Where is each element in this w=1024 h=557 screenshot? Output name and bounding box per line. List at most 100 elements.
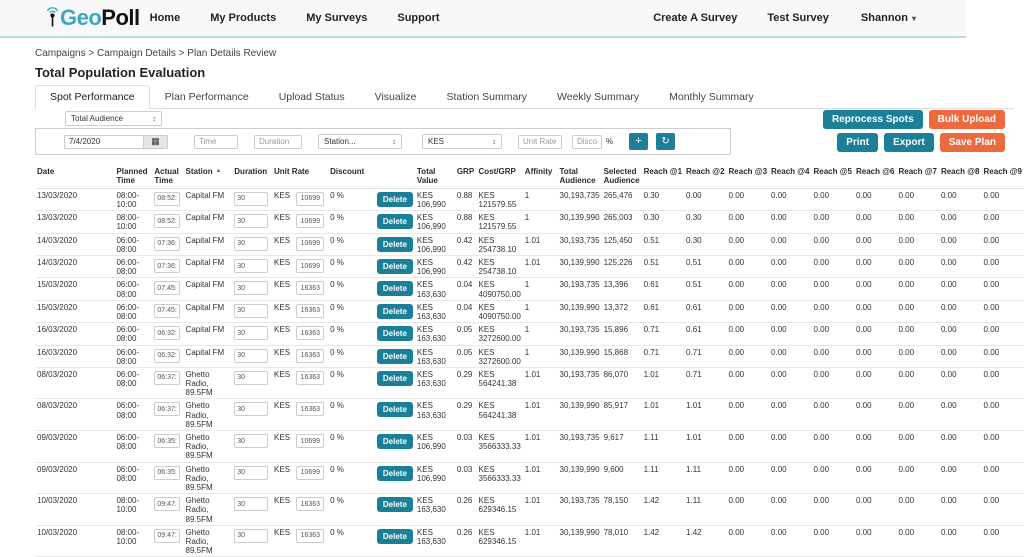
bulk-upload-button[interactable]: Bulk Upload (929, 110, 1005, 129)
duration-input[interactable] (234, 371, 268, 385)
unit-rate-input[interactable] (296, 192, 324, 206)
cell-unit-rate (294, 399, 328, 431)
actual-time-input[interactable] (154, 304, 180, 318)
cell-unit-rate (294, 300, 328, 322)
tab-monthly-summary[interactable]: Monthly Summary (654, 85, 769, 109)
actual-time-input[interactable] (154, 192, 180, 206)
audience-select[interactable]: Total Audience ↕ (65, 111, 162, 126)
duration-input[interactable] (234, 192, 268, 206)
user-menu[interactable]: Shannon ▾ (861, 12, 916, 24)
station-select[interactable]: Station... ↕ (318, 134, 402, 149)
actual-time-input[interactable] (154, 402, 180, 416)
unit-rate-input[interactable] (296, 402, 324, 416)
unit-rate-input[interactable] (296, 281, 324, 295)
print-button[interactable]: Print (837, 133, 878, 152)
calendar-button[interactable]: ▦ (144, 135, 168, 149)
unit-rate-input[interactable] (296, 529, 324, 543)
actual-time-input[interactable] (154, 237, 180, 251)
discount-filter-input[interactable] (572, 135, 602, 149)
cell-reach-9: 0.00 (982, 494, 1024, 526)
actual-time-input[interactable] (154, 349, 180, 363)
duration-input[interactable] (234, 529, 268, 543)
currency-label: KES (479, 303, 495, 312)
actual-time-input[interactable] (154, 497, 180, 511)
geopoll-logo[interactable]: GeoPoll (45, 5, 140, 31)
tab-visualize[interactable]: Visualize (360, 85, 432, 109)
unit-rate-input[interactable] (296, 326, 324, 340)
duration-input[interactable] (234, 304, 268, 318)
delete-button[interactable]: Delete (377, 466, 413, 481)
delete-button[interactable]: Delete (377, 237, 413, 252)
actual-time-input[interactable] (154, 214, 180, 228)
save-plan-button[interactable]: Save Plan (940, 133, 1005, 152)
nav-item-home[interactable]: Home (150, 12, 181, 24)
tab-weekly-summary[interactable]: Weekly Summary (542, 85, 654, 109)
unit-rate-input[interactable] (296, 304, 324, 318)
delete-button[interactable]: Delete (377, 259, 413, 274)
actual-time-input[interactable] (154, 434, 180, 448)
duration-input[interactable] (234, 497, 268, 511)
unit-rate-input[interactable] (296, 497, 324, 511)
unit-rate-input[interactable] (296, 434, 324, 448)
refresh-button[interactable]: ↻ (656, 133, 675, 150)
reprocess-spots-button[interactable]: Reprocess Spots (823, 110, 923, 129)
tab-plan-performance[interactable]: Plan Performance (150, 85, 264, 109)
cell-selected-audience: 15,896 (602, 323, 642, 345)
tab-station-summary[interactable]: Station Summary (432, 85, 543, 109)
duration-input[interactable] (234, 466, 268, 480)
duration-input[interactable] (234, 349, 268, 363)
unit-rate-input[interactable] (296, 259, 324, 273)
column-header-label: Cost/GRP (479, 167, 516, 176)
actual-time-input[interactable] (154, 529, 180, 543)
time-input[interactable] (194, 135, 238, 149)
actual-time-input[interactable] (154, 281, 180, 295)
delete-button[interactable]: Delete (377, 434, 413, 449)
column-header-cost-grp: Cost/GRP (477, 164, 523, 188)
actual-time-input[interactable] (154, 371, 180, 385)
duration-input[interactable] (234, 214, 268, 228)
nav-item-create-a-survey[interactable]: Create A Survey (653, 12, 737, 24)
actual-time-input[interactable] (154, 259, 180, 273)
cell-unit-rate (294, 256, 328, 278)
currency-select[interactable]: KES ↕ (422, 134, 502, 149)
tab-spot-performance[interactable]: Spot Performance (35, 85, 150, 109)
delete-button[interactable]: Delete (377, 349, 413, 364)
unit-rate-input[interactable] (296, 214, 324, 228)
delete-button[interactable]: Delete (377, 304, 413, 319)
unit-rate-input[interactable] (296, 371, 324, 385)
duration-input[interactable] (234, 237, 268, 251)
duration-input[interactable] (234, 402, 268, 416)
delete-button[interactable]: Delete (377, 192, 413, 207)
duration-filter-input[interactable] (254, 135, 302, 149)
nav-item-my-surveys[interactable]: My Surveys (306, 12, 367, 24)
cell-reach-8: 0.00 (939, 367, 982, 399)
delete-button[interactable]: Delete (377, 371, 413, 386)
actual-time-input[interactable] (154, 326, 180, 340)
duration-input[interactable] (234, 259, 268, 273)
unit-rate-input[interactable] (296, 466, 324, 480)
breadcrumb[interactable]: Campaigns > Campaign Details > Plan Deta… (35, 48, 1024, 59)
nav-item-support[interactable]: Support (397, 12, 439, 24)
date-input[interactable] (64, 135, 144, 149)
duration-input[interactable] (234, 281, 268, 295)
duration-input[interactable] (234, 434, 268, 448)
delete-button[interactable]: Delete (377, 326, 413, 341)
add-spot-button[interactable]: + (629, 133, 648, 150)
nav-item-my-products[interactable]: My Products (210, 12, 276, 24)
export-button[interactable]: Export (884, 133, 934, 152)
unit-rate-input[interactable] (296, 237, 324, 251)
unit-rate-input[interactable] (296, 349, 324, 363)
delete-button[interactable]: Delete (377, 214, 413, 229)
column-header-station[interactable]: Station▲ (184, 164, 233, 188)
delete-button[interactable]: Delete (377, 402, 413, 417)
unit-rate-filter-input[interactable] (518, 135, 562, 149)
cell-reach-5: 0.00 (812, 399, 854, 431)
amount: 254738.10 (479, 245, 517, 254)
duration-input[interactable] (234, 326, 268, 340)
tab-upload-status[interactable]: Upload Status (264, 85, 360, 109)
cell-currency-label: KES (272, 256, 294, 278)
nav-item-test-survey[interactable]: Test Survey (767, 12, 829, 24)
actual-time-input[interactable] (154, 466, 180, 480)
delete-button[interactable]: Delete (377, 281, 413, 296)
delete-button[interactable]: Delete (377, 529, 413, 544)
